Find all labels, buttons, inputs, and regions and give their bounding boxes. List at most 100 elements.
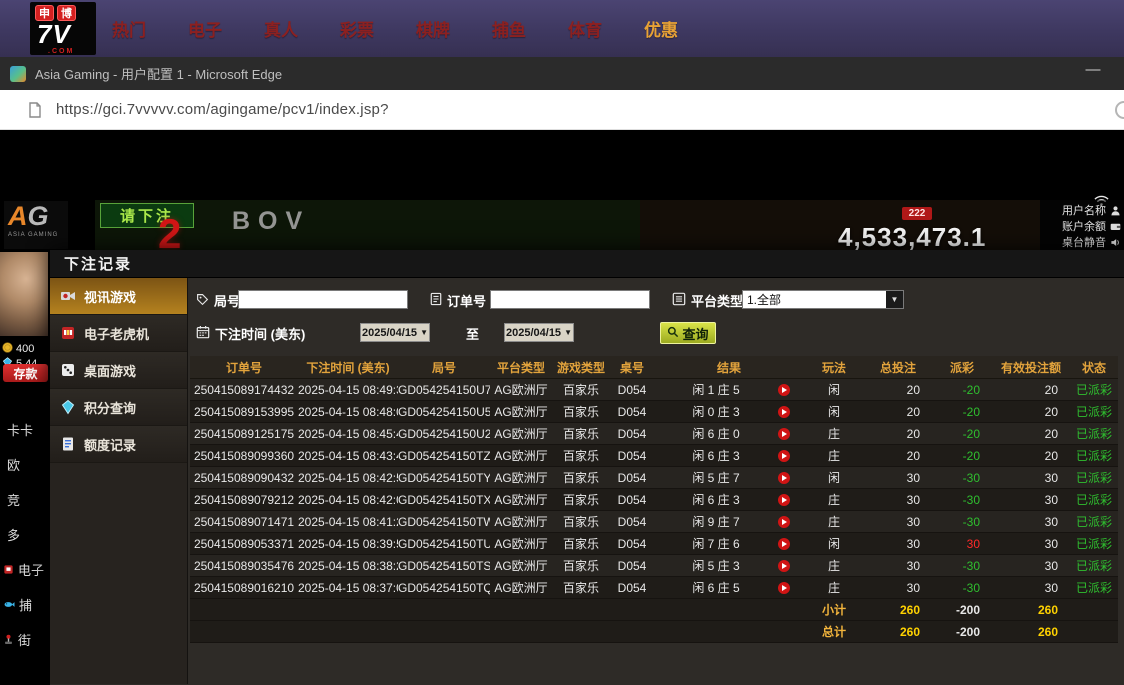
cell-table-no: D054 (610, 493, 654, 507)
bet-record-row: 250415089016210 2025-04-15 08:37:01 GD05… (190, 577, 1118, 599)
replay-video-icon[interactable] (778, 450, 790, 462)
nav-item-5[interactable]: 棋牌 (416, 16, 450, 41)
slot-mini-icon (3, 564, 14, 575)
cell-total-bet: 30 (864, 471, 932, 485)
lobby-info-row: 用户名称 (1040, 202, 1124, 218)
sidebar-game-item[interactable]: 卡卡 (3, 420, 33, 439)
cell-play-type: 闲 (804, 381, 864, 398)
table-header-cell: 游戏类型 (552, 359, 610, 376)
balance-row: 400 (2, 342, 34, 356)
cell-status: 已派彩 (1070, 381, 1118, 398)
nav-item-3[interactable]: 真人 (264, 16, 298, 41)
grand-total-label: 总计 (804, 623, 864, 640)
deposit-button[interactable]: 存款 (3, 364, 48, 382)
round-id-label: 局号 (196, 291, 240, 310)
platform-type-select[interactable]: 1.全部 ▼ (742, 290, 904, 309)
site-logo[interactable]: 申 博 7V .COM (30, 2, 96, 55)
date-range-to-label: 至 (466, 324, 479, 343)
replay-video-icon[interactable] (778, 384, 790, 396)
date-to-select[interactable]: 2025/04/15▼ (504, 323, 574, 342)
panel-menu-item[interactable]: 额度记录 (50, 426, 187, 463)
cell-valid-bet: 20 (992, 383, 1070, 397)
cell-result: 闲 6 庄 5 (654, 579, 804, 596)
url-text[interactable]: https://gci.7vvvvv.com/agingame/pcv1/ind… (56, 101, 389, 118)
sidebar-game-item[interactable]: 捕 (3, 595, 32, 614)
table-header-cell: 桌号 (610, 359, 654, 376)
date-from-select[interactable]: 2025/04/15▼ (360, 323, 430, 342)
cell-play-type: 庄 (804, 513, 864, 530)
cell-valid-bet: 20 (992, 427, 1070, 441)
ledger-icon (60, 436, 76, 452)
replay-video-icon[interactable] (778, 538, 790, 550)
cell-table-no: D054 (610, 537, 654, 551)
cell-table-no: D054 (610, 449, 654, 463)
order-id-input[interactable] (490, 290, 650, 309)
tab-favicon-icon (10, 66, 26, 82)
replay-video-icon[interactable] (778, 582, 790, 594)
cell-result: 闲 1 庄 5 (654, 381, 804, 398)
cell-round-id: GD054254150TS (398, 559, 490, 573)
cell-bet-time: 2025-04-15 08:49:38 (298, 383, 398, 397)
list-icon (672, 292, 686, 309)
cell-round-id: GD054254150TZ (398, 449, 490, 463)
cell-platform-type: AG欧洲厅 (490, 381, 552, 398)
subtotal-total-bet: 260 (864, 603, 932, 617)
grand-total-payout: -200 (932, 625, 992, 639)
ag-letter-a: A (8, 201, 28, 231)
cell-order-id: 250415089099360 (190, 449, 298, 463)
nav-item-2[interactable]: 电子 (188, 16, 222, 41)
cell-play-type: 庄 (804, 425, 864, 442)
panel-menu-item[interactable]: 桌面游戏 (50, 352, 187, 389)
replay-video-icon[interactable] (778, 428, 790, 440)
cell-table-no: D054 (610, 559, 654, 573)
sidebar-game-item[interactable]: 电子 (3, 560, 44, 579)
cell-total-bet: 30 (864, 515, 932, 529)
sidebar-game-item[interactable]: 街 (3, 630, 31, 649)
cell-status: 已派彩 (1070, 579, 1118, 596)
site-top-nav: 申 博 7V .COM 热门 电子 真人 彩票 棋牌 捕鱼 体育 优惠 (0, 0, 1124, 57)
replay-video-icon[interactable] (778, 406, 790, 418)
query-button[interactable]: 查询 (660, 322, 716, 344)
bet-record-row: 250415089125175 2025-04-15 08:45:45 GD05… (190, 423, 1118, 445)
minimize-button[interactable]: — (1076, 61, 1110, 86)
dialog-title: 下注记录 (50, 250, 1124, 278)
cell-total-bet: 20 (864, 449, 932, 463)
cell-play-type: 闲 (804, 469, 864, 486)
cell-game-type: 百家乐 (552, 425, 610, 442)
nav-item-7[interactable]: 体育 (568, 16, 602, 41)
speaker-icon (1110, 237, 1121, 248)
cell-round-id: GD054254150TQ (398, 581, 490, 595)
refresh-icon[interactable] (1115, 101, 1124, 119)
replay-video-icon[interactable] (778, 516, 790, 528)
subtotal-row: 小计 260 -200 260 (190, 599, 1118, 621)
cell-bet-time: 2025-04-15 08:43:43 (298, 449, 398, 463)
replay-video-icon[interactable] (778, 494, 790, 506)
replay-video-icon[interactable] (778, 560, 790, 572)
panel-menu-item[interactable]: 视讯游戏 (50, 278, 187, 315)
cell-valid-bet: 20 (992, 405, 1070, 419)
nav-item-6[interactable]: 捕鱼 (492, 16, 526, 41)
cell-result: 闲 6 庄 3 (654, 491, 804, 508)
bet-record-row: 250415089174432 2025-04-15 08:49:38 GD05… (190, 379, 1118, 401)
sidebar-game-item[interactable]: 竞 (3, 490, 20, 509)
cell-order-id: 250415089090432 (190, 471, 298, 485)
cell-platform-type: AG欧洲厅 (490, 469, 552, 486)
nav-item-4[interactable]: 彩票 (340, 16, 374, 41)
round-id-input[interactable] (238, 290, 408, 309)
document-icon (430, 292, 442, 309)
panel-menu-item[interactable]: 积分查询 (50, 389, 187, 426)
cell-total-bet: 30 (864, 581, 932, 595)
cell-bet-time: 2025-04-15 08:39:56 (298, 537, 398, 551)
cell-order-id: 250415089079212 (190, 493, 298, 507)
bet-record-row: 250415089090432 2025-04-15 08:42:58 GD05… (190, 467, 1118, 489)
sidebar-game-item[interactable]: 欧 (3, 455, 20, 474)
sidebar-game-item[interactable]: 多 (3, 525, 20, 544)
nav-item-1[interactable]: 热门 (112, 16, 146, 41)
nav-item-8[interactable]: 优惠 (644, 16, 678, 41)
cell-valid-bet: 30 (992, 471, 1070, 485)
page-viewport: AG ASIA GAMING 请下注 2 BOV 222 4,533,473.1… (0, 130, 1124, 685)
ag-letter-g: G (28, 201, 49, 231)
panel-menu-item[interactable]: 电子老虎机 (50, 315, 187, 352)
replay-video-icon[interactable] (778, 472, 790, 484)
bet-record-row: 250415089071471 2025-04-15 08:41:24 GD05… (190, 511, 1118, 533)
